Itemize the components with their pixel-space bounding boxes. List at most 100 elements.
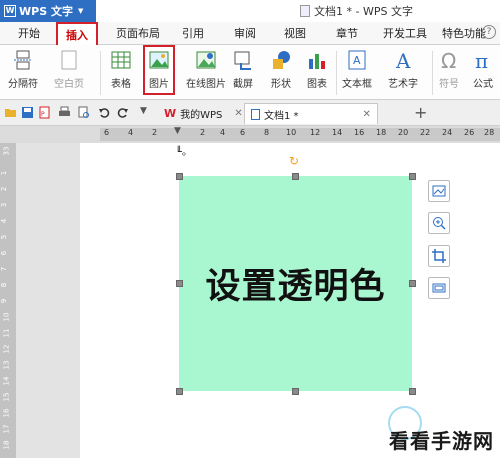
resize-handle-top[interactable]	[292, 173, 299, 180]
close-icon[interactable]: ✕	[234, 108, 242, 119]
blank-page-label: 空白页	[54, 79, 84, 90]
crop-image-button[interactable]	[428, 245, 450, 267]
ruler-tick: 10	[286, 128, 297, 137]
image-frame-button[interactable]	[428, 277, 450, 299]
print-icon[interactable]	[58, 106, 71, 119]
textbox-button[interactable]: A 文本框	[342, 49, 372, 90]
inserted-image[interactable]: 设置透明色	[179, 176, 412, 391]
window-title: 文档1 * - WPS 文字	[300, 3, 413, 19]
ruler-tick: 6	[0, 250, 9, 256]
svg-text:P: P	[41, 111, 45, 118]
screenshot-button[interactable]: 截屏	[232, 49, 254, 90]
ruler-tick: 5	[0, 234, 9, 240]
print-preview-icon[interactable]	[77, 106, 90, 119]
quick-access-bar: P ▼ W 我的WPS ✕ 文档1 * ✕ +	[0, 100, 500, 126]
online-picture-label: 在线图片	[186, 79, 226, 90]
document-icon	[251, 108, 260, 120]
tab-my-wps[interactable]: W 我的WPS ✕	[158, 103, 249, 124]
title-bar: W WPS 文字 ▼ 文档1 * - WPS 文字	[0, 0, 500, 22]
ruler-tick: 7	[0, 266, 9, 272]
table-icon	[111, 51, 131, 69]
table-button[interactable]: 表格	[110, 49, 132, 90]
tab-page-layout[interactable]: 页面布局	[116, 25, 160, 41]
ruler-tick: 8	[264, 128, 270, 137]
tab-chapter[interactable]: 章节	[336, 25, 358, 41]
new-tab-icon[interactable]: +	[414, 103, 427, 122]
tab-special[interactable]: 特色功能	[442, 25, 486, 41]
ruler-tick: 20	[398, 128, 409, 137]
open-folder-icon[interactable]	[4, 106, 17, 119]
shapes-button[interactable]: 形状	[270, 49, 292, 90]
ruler-tick: 12	[310, 128, 321, 137]
tab-home[interactable]: 开始	[18, 25, 40, 41]
ruler-tick: 33	[2, 146, 11, 156]
ruler-tick: 12	[2, 344, 11, 354]
picture-label: 图片	[149, 79, 169, 90]
document-text[interactable]: ╙。	[176, 143, 192, 158]
app-menu-button[interactable]: W WPS 文字 ▼	[0, 0, 96, 22]
wps-logo-icon: W	[164, 107, 177, 120]
ruler-tick: 1	[0, 170, 9, 176]
page-break-label: 分隔符	[8, 79, 38, 90]
tab-view[interactable]: 视图	[284, 25, 306, 41]
tab-insert[interactable]: 插入	[56, 22, 98, 46]
vertical-ruler[interactable]: 33 1 2 3 4 5 6 7 8 9 10 11 12 13 14 15 1…	[0, 143, 16, 458]
crop-icon	[432, 249, 446, 263]
table-label: 表格	[111, 79, 131, 90]
symbol-label: 符号	[439, 79, 459, 90]
picture-button[interactable]: 图片	[143, 45, 175, 95]
layout-options-button[interactable]	[428, 180, 450, 202]
resize-handle-bottom-right[interactable]	[409, 388, 416, 395]
ruler-tick: 14	[332, 128, 343, 137]
undo-icon[interactable]	[98, 106, 111, 119]
ruler-tick: 18	[376, 128, 387, 137]
ruler-tick: 15	[2, 392, 11, 402]
formula-label: 公式	[473, 79, 493, 90]
shapes-icon	[273, 51, 290, 69]
horizontal-ruler[interactable]: 6 4 2 2 4 6 8 10 12 14 16 18 20 22 24 26…	[0, 126, 500, 143]
resize-handle-right[interactable]	[409, 280, 416, 287]
ruler-tick: 9	[0, 298, 9, 304]
svg-text:π: π	[475, 49, 488, 71]
omega-icon: Ω	[441, 49, 456, 71]
online-picture-button[interactable]: 在线图片	[186, 49, 226, 90]
symbol-button[interactable]: Ω 符号	[438, 49, 460, 90]
indent-marker-icon[interactable]: ▼	[174, 126, 181, 136]
resize-handle-top-left[interactable]	[176, 173, 183, 180]
resize-handle-bottom[interactable]	[292, 388, 299, 395]
customize-caret-icon[interactable]: ▼	[140, 106, 147, 116]
wordart-label: 艺术字	[388, 79, 418, 90]
rotate-handle-icon[interactable]: ↻	[289, 155, 301, 167]
ruler-tick: 11	[2, 328, 11, 338]
divider	[100, 51, 101, 95]
ruler-tick: 6	[240, 128, 246, 137]
online-picture-icon	[196, 51, 216, 69]
formula-button[interactable]: π 公式	[472, 49, 494, 90]
chart-button[interactable]: 图表	[306, 49, 328, 90]
tab-references[interactable]: 引用	[182, 25, 204, 41]
close-icon[interactable]: ✕	[363, 109, 371, 120]
resize-handle-left[interactable]	[176, 280, 183, 287]
page-break-button[interactable]: 分隔符	[8, 49, 38, 90]
blank-page-button[interactable]: 空白页	[54, 49, 84, 90]
tab-review[interactable]: 审阅	[234, 25, 256, 41]
save-icon[interactable]	[21, 106, 34, 119]
export-pdf-icon[interactable]: P	[38, 106, 51, 119]
resize-handle-bottom-left[interactable]	[176, 388, 183, 395]
zoom-image-button[interactable]	[428, 212, 450, 234]
ruler-tick: 4	[128, 128, 134, 137]
resize-handle-top-right[interactable]	[409, 173, 416, 180]
tab-developer[interactable]: 开发工具	[383, 25, 427, 41]
ruler-tick: 18	[2, 440, 11, 450]
ruler-tick: 4	[220, 128, 226, 137]
tab-document-label: 文档1 *	[264, 110, 299, 122]
help-icon[interactable]: ?	[482, 25, 496, 39]
app-name: WPS 文字	[19, 5, 73, 18]
ruler-tick: 24	[442, 128, 453, 137]
ruler-tick: 28	[484, 128, 495, 137]
svg-text:A: A	[353, 54, 361, 67]
redo-icon[interactable]	[116, 106, 129, 119]
ruler-tick: 14	[2, 376, 11, 386]
tab-document[interactable]: 文档1 * ✕	[244, 103, 378, 124]
wordart-button[interactable]: A 艺术字	[388, 49, 418, 90]
